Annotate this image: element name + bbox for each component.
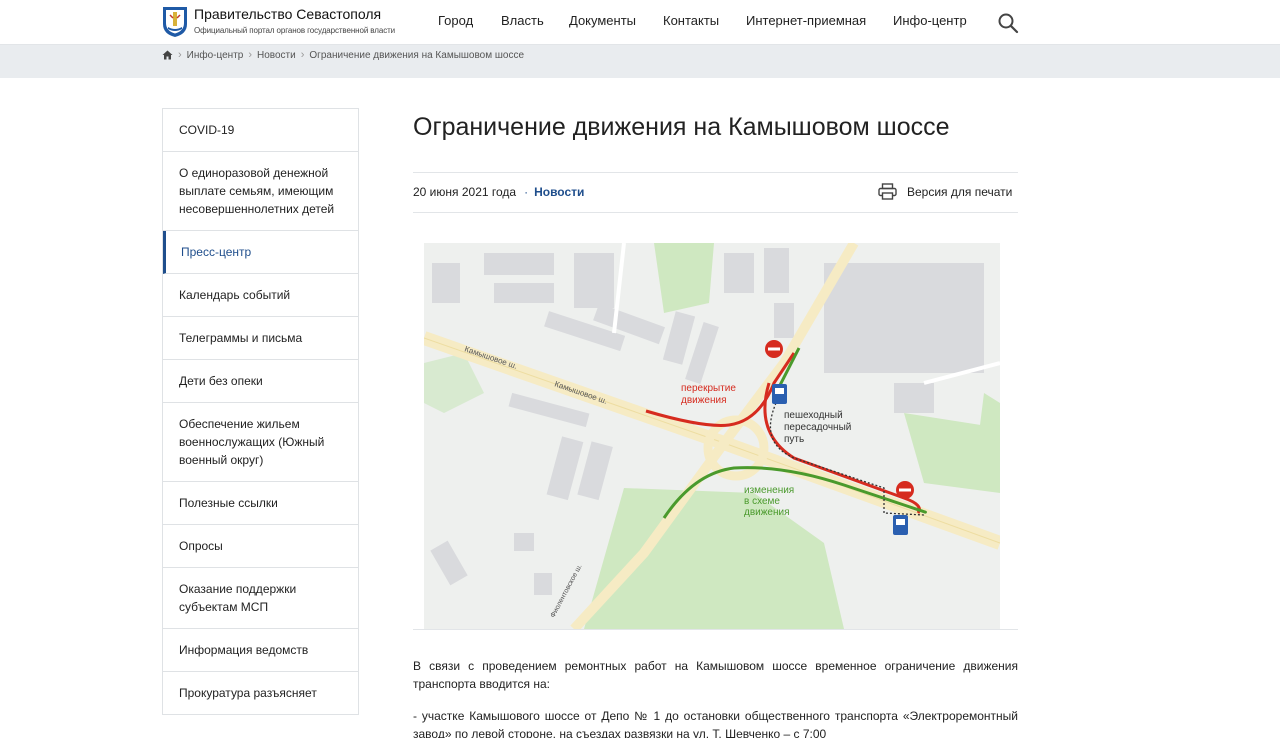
- sidebar-item-family-payment[interactable]: О единоразовой денежной выплате семьям, …: [163, 152, 358, 231]
- sidebar-item-useful-links[interactable]: Полезные ссылки: [163, 482, 358, 525]
- page-title: Ограничение движения на Камышовом шоссе: [413, 113, 950, 141]
- bus-stop-icon: [772, 384, 787, 404]
- svg-text:пешеходный: пешеходный: [784, 410, 843, 421]
- svg-text:в схеме: в схеме: [744, 496, 780, 507]
- chevron-right-icon: ›: [300, 49, 305, 61]
- site-header: Правительство Севастополя Официальный по…: [0, 0, 1280, 45]
- article-category-link[interactable]: Новости: [534, 185, 584, 199]
- divider: [413, 172, 1018, 173]
- svg-text:изменения: изменения: [744, 485, 794, 496]
- traffic-scheme-map: Камышовое ш. Камышовое ш. Фиолентовское …: [424, 243, 1000, 629]
- sidebar-item-prosecutor[interactable]: Прокуратура разъясняет: [163, 672, 358, 715]
- nav-gorod[interactable]: Город: [438, 13, 473, 28]
- chevron-right-icon: ›: [248, 49, 253, 61]
- sidebar-item-agencies-info[interactable]: Информация ведомств: [163, 629, 358, 672]
- coat-of-arms-icon[interactable]: [162, 6, 188, 38]
- svg-text:путь: путь: [784, 434, 804, 445]
- breadcrumb: › Инфо-центр › Новости › Ограничение дви…: [162, 49, 524, 61]
- site-subtitle: Официальный портал органов государственн…: [194, 26, 396, 35]
- svg-text:движения: движения: [744, 507, 790, 518]
- divider: [413, 212, 1018, 213]
- chevron-right-icon: ›: [178, 49, 182, 61]
- nav-documents[interactable]: Документы: [569, 13, 636, 28]
- article-meta: 20 июня 2021 года · Новости: [413, 185, 584, 199]
- svg-text:движения: движения: [681, 395, 727, 406]
- article-date: 20 июня 2021 года: [413, 185, 517, 199]
- breadcrumb-news[interactable]: Новости: [257, 50, 296, 61]
- sidebar-item-military-housing[interactable]: Обеспечение жильем военнослужащих (Южный…: [163, 403, 358, 482]
- sidebar-menu: COVID-19 О единоразовой денежной выплате…: [162, 108, 359, 715]
- sidebar-item-children[interactable]: Дети без опеки: [163, 360, 358, 403]
- printer-icon: [878, 183, 897, 200]
- nav-info-center[interactable]: Инфо-центр: [893, 13, 967, 28]
- print-version-label: Версия для печати: [907, 184, 1013, 199]
- search-icon[interactable]: [997, 12, 1019, 34]
- sidebar-item-msp-support[interactable]: Оказание поддержки субъектам МСП: [163, 568, 358, 629]
- bus-stop-icon: [893, 515, 908, 535]
- home-icon[interactable]: [162, 50, 173, 60]
- svg-text:перекрытие: перекрытие: [681, 383, 736, 394]
- sidebar-item-telegrams[interactable]: Телеграммы и письма: [163, 317, 358, 360]
- site-title[interactable]: Правительство Севастополя: [194, 6, 381, 22]
- print-version-link[interactable]: Версия для печати: [878, 183, 1012, 200]
- divider: [413, 629, 1018, 630]
- separator-dot: ·: [524, 185, 529, 199]
- article-paragraph: - участке Камышового шоссе от Депо № 1 д…: [413, 709, 1018, 738]
- sidebar-item-covid[interactable]: COVID-19: [163, 109, 358, 152]
- nav-reception[interactable]: Интернет-приемная: [746, 13, 866, 28]
- svg-text:пересадочный: пересадочный: [784, 422, 851, 433]
- breadcrumb-current: Ограничение движения на Камышовом шоссе: [309, 49, 525, 61]
- nav-vlast[interactable]: Власть: [501, 13, 544, 28]
- breadcrumb-info-center[interactable]: Инфо-центр: [187, 50, 244, 61]
- sidebar-item-polls[interactable]: Опросы: [163, 525, 358, 568]
- breadcrumb-bar: › Инфо-центр › Новости › Ограничение дви…: [0, 45, 1280, 78]
- article-paragraph: В связи с проведением ремонтных работ на…: [413, 659, 1018, 691]
- sidebar-item-press-center[interactable]: Пресс-центр: [163, 231, 358, 274]
- nav-contacts[interactable]: Контакты: [663, 13, 719, 28]
- no-entry-icon: [765, 340, 783, 358]
- sidebar-item-events-calendar[interactable]: Календарь событий: [163, 274, 358, 317]
- no-entry-icon: [896, 481, 914, 499]
